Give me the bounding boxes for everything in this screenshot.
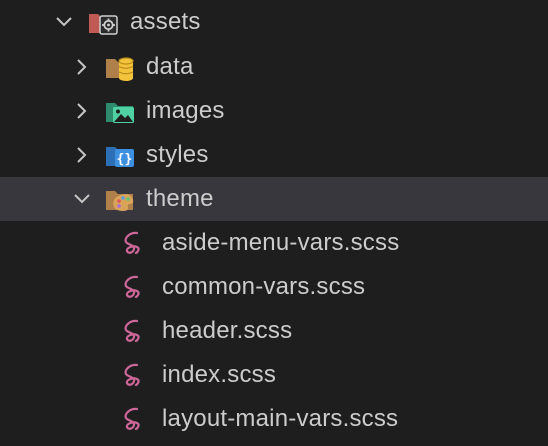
- file-row-aside-menu-vars[interactable]: aside-menu-vars.scss: [0, 221, 548, 265]
- file-row-layout-main-vars[interactable]: layout-main-vars.scss: [0, 397, 548, 441]
- chevron-down-icon[interactable]: [54, 12, 74, 32]
- folder-row-styles[interactable]: {} styles: [0, 133, 548, 177]
- chevron-right-icon[interactable]: [72, 101, 92, 121]
- file-explorer-tree: assets data images {} styles theme aside…: [0, 0, 548, 446]
- chevron-right-icon[interactable]: [72, 57, 92, 77]
- folder-label-data: data: [146, 53, 194, 80]
- folder-row-data[interactable]: data: [0, 45, 548, 89]
- sass-icon: [120, 273, 150, 301]
- file-label: header.scss: [162, 317, 293, 344]
- file-row-common-vars[interactable]: common-vars.scss: [0, 265, 548, 309]
- file-label: aside-menu-vars.scss: [162, 229, 400, 256]
- file-row-header[interactable]: header.scss: [0, 309, 548, 353]
- file-label: common-vars.scss: [162, 273, 366, 300]
- sass-icon: [120, 361, 150, 389]
- sass-icon: [120, 317, 150, 345]
- folder-images-icon: [105, 97, 135, 125]
- folder-label-theme: theme: [146, 185, 214, 212]
- folder-row-theme[interactable]: theme: [0, 177, 548, 221]
- file-label: layout-main-vars.scss: [162, 405, 399, 432]
- folder-css-icon: {}: [105, 141, 135, 169]
- folder-row-assets[interactable]: assets: [0, 0, 548, 44]
- svg-text:{}: {}: [116, 152, 132, 167]
- folder-label-assets: assets: [130, 8, 201, 35]
- folder-label-styles: styles: [146, 141, 209, 168]
- folder-database-icon: [105, 53, 135, 81]
- chevron-down-icon[interactable]: [72, 189, 92, 209]
- file-row-index[interactable]: index.scss: [0, 353, 548, 397]
- folder-row-images[interactable]: images: [0, 89, 548, 133]
- file-label: index.scss: [162, 361, 277, 388]
- sass-icon: [120, 229, 150, 257]
- sass-icon: [120, 405, 150, 433]
- folder-label-images: images: [146, 97, 225, 124]
- folder-config-icon: [88, 8, 118, 36]
- folder-theme-icon: [105, 185, 135, 213]
- chevron-right-icon[interactable]: [72, 145, 92, 165]
